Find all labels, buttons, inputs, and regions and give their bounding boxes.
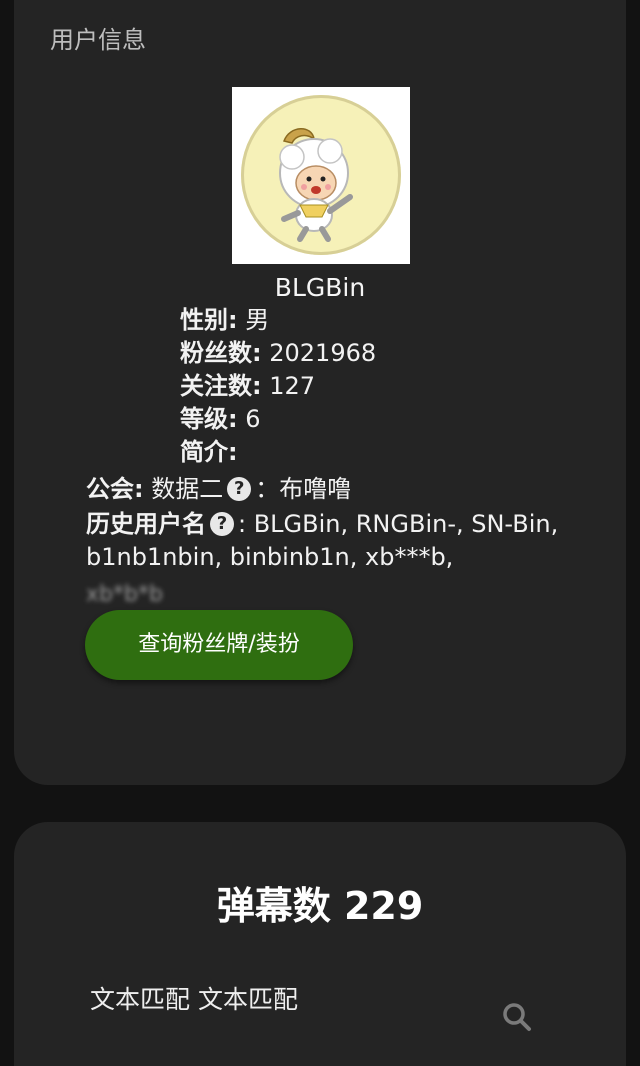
section-title: 用户信息 <box>50 26 146 54</box>
page: 用户信息 BLGBin 性别: 男 粉丝数: 2021968 关注数: 127 … <box>0 0 640 1066</box>
fans-label: 粉丝数: <box>180 339 262 367</box>
gender-label: 性别: <box>180 306 238 334</box>
filter-text: 文本匹配 文本匹配 <box>90 985 298 1014</box>
level-value: 6 <box>237 405 261 433</box>
query-fan-badge-button[interactable]: 查询粉丝牌/装扮 <box>85 610 353 680</box>
level-row: 等级: 6 <box>180 403 261 436</box>
guild-row: 公会: 数据二? ：布噜噜 <box>86 473 351 506</box>
history-label: 历史用户名 <box>86 510 206 538</box>
blurred-text: xb*b*b <box>86 582 163 607</box>
bio-row: 简介: <box>180 436 238 469</box>
level-label: 等级: <box>180 405 238 433</box>
user-info-card: 用户信息 BLGBin 性别: 男 粉丝数: 2021968 关注数: 127 … <box>14 0 626 785</box>
fans-value: 2021968 <box>261 339 377 367</box>
following-value: 127 <box>261 372 316 400</box>
guild-value-1: 数据二 <box>143 475 224 503</box>
bio-label: 简介: <box>180 438 238 466</box>
guild-value-2: ：布噜噜 <box>255 475 352 503</box>
help-icon[interactable]: ? <box>227 477 252 501</box>
gender-value: 男 <box>237 306 270 334</box>
following-row: 关注数: 127 <box>180 370 315 403</box>
guild-label: 公会: <box>86 475 144 503</box>
following-label: 关注数: <box>180 372 262 400</box>
history-names-row: 历史用户名?: BLGBin, RNGBin-, SN-Bin, b1nb1nb… <box>86 508 586 574</box>
avatar <box>232 87 410 264</box>
gender-row: 性别: 男 <box>180 304 269 337</box>
avatar-cartoon-icon <box>279 128 353 242</box>
danmaku-count-title: 弹幕数 229 <box>216 884 424 928</box>
fans-row: 粉丝数: 2021968 <box>180 337 376 370</box>
help-icon[interactable]: ? <box>210 512 234 536</box>
username: BLGBin <box>274 273 366 302</box>
search-icon[interactable] <box>500 1000 534 1034</box>
danmaku-card: 弹幕数 229 文本匹配 文本匹配 <box>14 822 626 1066</box>
